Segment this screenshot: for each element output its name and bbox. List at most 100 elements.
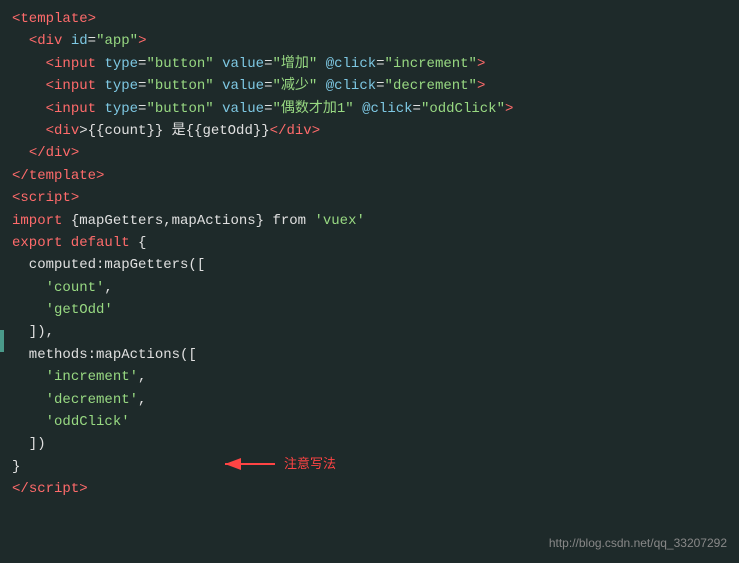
code-token: input (54, 101, 96, 117)
code-token (12, 280, 46, 296)
code-line: 'decrement', (12, 389, 727, 411)
code-token: script (20, 190, 70, 206)
code-token: 'count' (46, 280, 105, 296)
code-token: "减少" (273, 78, 318, 94)
code-token: export default (12, 235, 138, 251)
code-token: value (222, 56, 264, 72)
code-token: < (46, 56, 54, 72)
code-line: 'count', (12, 277, 727, 299)
code-token: @click (326, 56, 376, 72)
code-token (12, 414, 46, 430)
code-token: value (222, 78, 264, 94)
code-token: < (46, 123, 54, 139)
code-line: computed:mapGetters([ (12, 254, 727, 276)
code-line: methods:mapActions([ (12, 344, 727, 366)
code-token: = (413, 101, 421, 117)
code-token: @click (326, 78, 376, 94)
code-token: </ (12, 168, 29, 184)
code-token: 'increment' (46, 369, 138, 385)
code-token: 'oddClick' (46, 414, 130, 430)
code-token: > (477, 78, 485, 94)
code-line: <template> (12, 8, 727, 30)
code-token: computed:mapGetters([ (12, 257, 205, 273)
code-editor: <template> <div id="app"> <input type="b… (0, 0, 739, 563)
code-token: methods:mapActions([ (12, 347, 197, 363)
code-line: ]), (12, 321, 727, 343)
code-token: = (376, 56, 384, 72)
code-token: import (12, 213, 71, 229)
arrow-icon (220, 454, 280, 474)
annotation-text: 注意写法 (284, 454, 336, 475)
code-token: </ (29, 145, 46, 161)
annotation: 注意写法 (220, 454, 336, 475)
code-token: > (79, 481, 87, 497)
code-token: type (104, 101, 138, 117)
code-line: ]) (12, 433, 727, 455)
code-token: "decrement" (385, 78, 477, 94)
code-token: } (12, 459, 20, 475)
code-token: type (104, 56, 138, 72)
code-token: , (138, 369, 146, 385)
code-token (62, 33, 70, 49)
code-line: export default { (12, 232, 727, 254)
code-token (12, 392, 46, 408)
code-token: = (264, 101, 272, 117)
code-token: div (37, 33, 62, 49)
code-token: type (104, 78, 138, 94)
code-token: > (71, 145, 79, 161)
code-token: > (312, 123, 320, 139)
code-token: template (20, 11, 87, 27)
code-token: > (138, 33, 146, 49)
code-token: = (264, 56, 272, 72)
code-token: "增加" (273, 56, 318, 72)
code-token: {mapGetters,mapActions} (71, 213, 264, 229)
code-token: "button" (146, 78, 213, 94)
code-token: 'getOdd' (46, 302, 113, 318)
code-token: id (71, 33, 88, 49)
watermark: http://blog.csdn.net/qq_33207292 (549, 534, 727, 553)
code-token (214, 56, 222, 72)
code-token (12, 78, 46, 94)
code-line: <script> (12, 187, 727, 209)
code-token: ]), (12, 324, 54, 340)
code-token: div (54, 123, 79, 139)
code-token: "button" (146, 56, 213, 72)
code-token (12, 123, 46, 139)
code-line: <input type="button" value="偶数才加1" @clic… (12, 98, 727, 120)
code-token (354, 101, 362, 117)
code-token: "app" (96, 33, 138, 49)
code-token: div (46, 145, 71, 161)
code-token (214, 78, 222, 94)
code-line: 'oddClick' (12, 411, 727, 433)
code-token: = (376, 78, 384, 94)
code-token: div (286, 123, 311, 139)
code-token: < (29, 33, 37, 49)
code-lines: <template> <div id="app"> <input type="b… (12, 8, 727, 501)
code-token: , (104, 280, 112, 296)
code-token (317, 78, 325, 94)
code-token (12, 302, 46, 318)
code-token: = (88, 33, 96, 49)
code-line: <div>{{count}} 是{{getOdd}}</div> (12, 120, 727, 142)
code-line: </div> (12, 142, 727, 164)
code-token: "button" (146, 101, 213, 117)
code-token: template (29, 168, 96, 184)
code-line: import {mapGetters,mapActions} from 'vue… (12, 210, 727, 232)
code-token: { (138, 235, 146, 251)
code-token: < (46, 78, 54, 94)
code-token: > (96, 168, 104, 184)
code-token: value (222, 101, 264, 117)
left-border-indicator (0, 330, 4, 352)
code-token: input (54, 56, 96, 72)
code-token: "偶数才加1" (273, 101, 354, 117)
code-line: <input type="button" value="增加" @click="… (12, 53, 727, 75)
code-line: 'getOdd' (12, 299, 727, 321)
code-token (12, 145, 29, 161)
code-token (12, 56, 46, 72)
code-token: "oddClick" (421, 101, 505, 117)
code-line: </script> (12, 478, 727, 500)
code-token (214, 101, 222, 117)
code-token: </ (12, 481, 29, 497)
code-line: <div id="app"> (12, 30, 727, 52)
code-token: ]) (12, 436, 46, 452)
